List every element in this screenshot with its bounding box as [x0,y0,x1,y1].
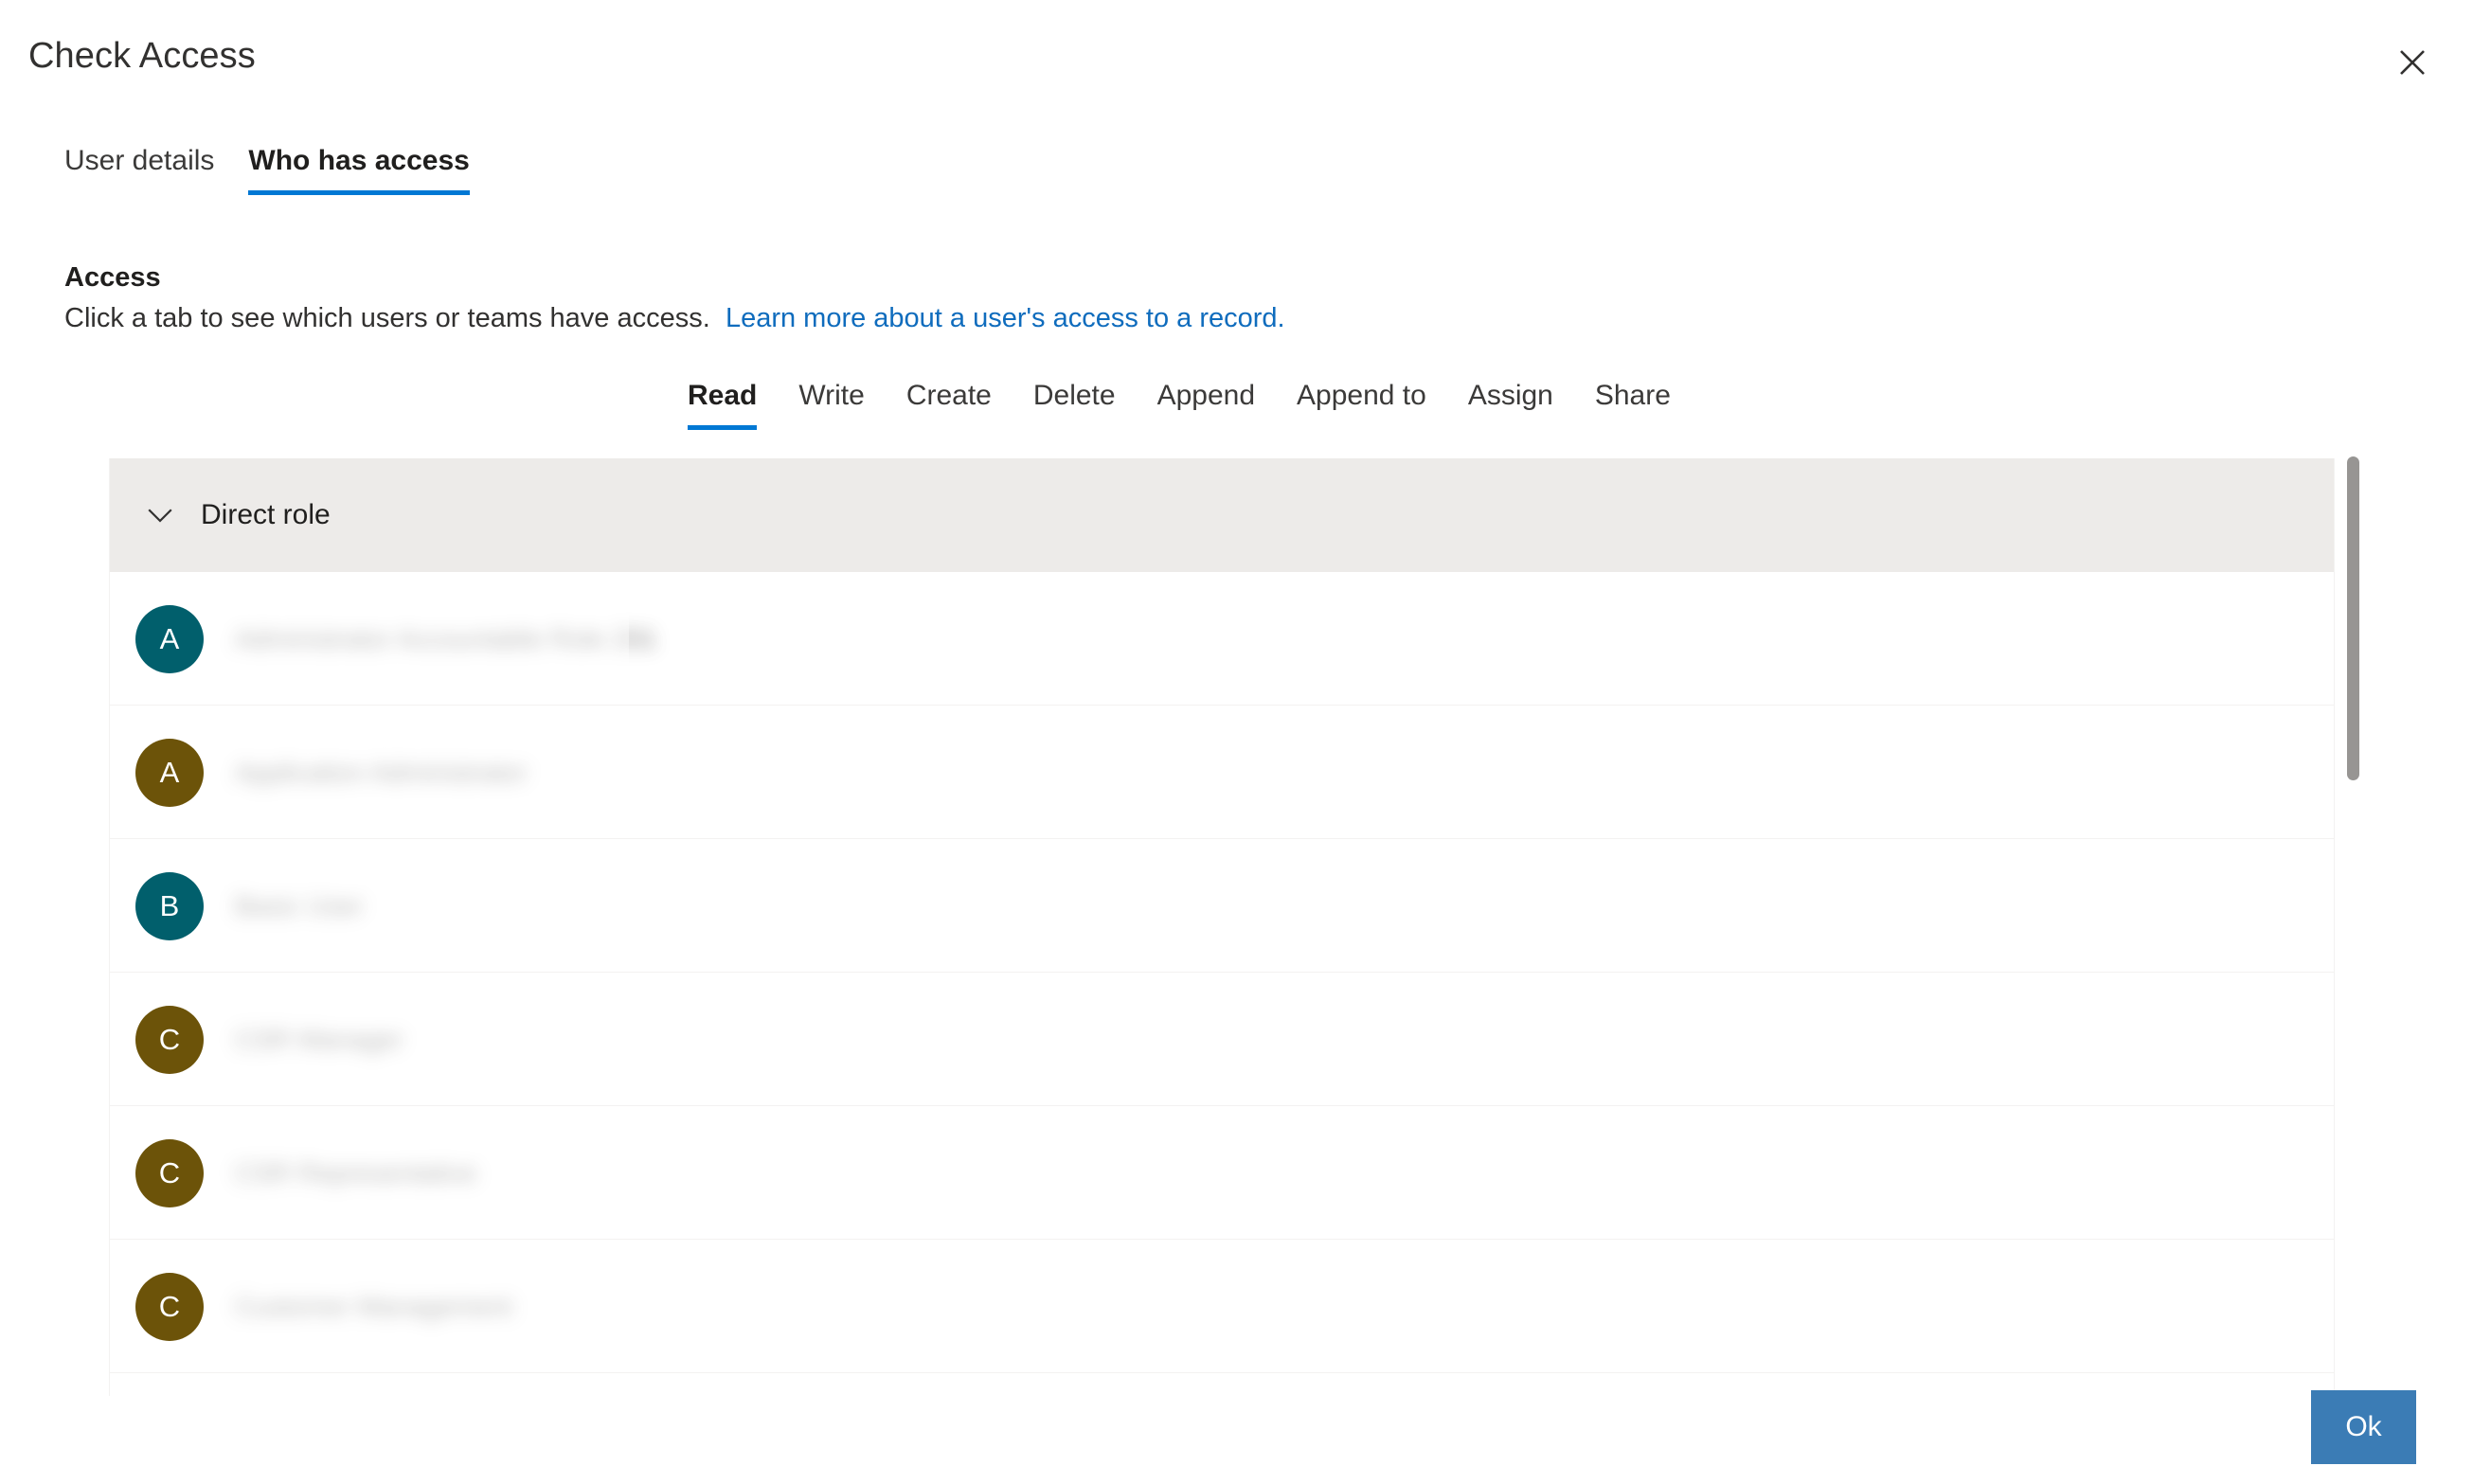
table-row[interactable]: A Administrator Accountable Role 201 [110,572,2334,706]
avatar: A [135,738,204,807]
close-button[interactable] [2388,38,2437,87]
pivot-tab-list: User details Who has access [64,142,487,195]
row-principal-name: Application Administrator [235,757,528,787]
page-title: Check Access [28,36,256,76]
tab-who-has-access[interactable]: Who has access [231,142,486,195]
group-header-direct-role[interactable]: Direct role [110,458,2334,572]
access-heading: Access [64,262,161,293]
tab-append[interactable]: Append [1137,377,1276,430]
tab-assign[interactable]: Assign [1447,377,1574,430]
tab-write[interactable]: Write [778,377,885,430]
privilege-tab-list: Read Write Create Delete Append Append t… [672,377,1692,430]
table-row[interactable]: C CSR Representative [110,1106,2334,1240]
access-description-text: Click a tab to see which users or teams … [64,303,710,333]
tab-read[interactable]: Read [672,377,778,430]
chevron-down-icon[interactable] [138,493,182,537]
tab-create[interactable]: Create [886,377,1012,430]
table-row[interactable]: C CSR Manager [110,973,2334,1106]
avatar: A [135,604,204,673]
list-scrollbar[interactable] [2347,456,2359,1396]
tab-append-to[interactable]: Append to [1276,377,1447,430]
avatar: C [135,1138,204,1207]
access-list: Direct role A Administrator Accountable R… [109,458,2335,1396]
learn-more-link[interactable]: Learn more about a user's access to a re… [726,303,1285,333]
row-principal-name: Customer Management [235,1291,512,1321]
access-row-list: A Administrator Accountable Role 201 A Appl… [110,572,2334,1373]
table-row[interactable]: B Basic User [110,839,2334,973]
row-principal-name: Basic User [235,890,364,921]
row-principal-name: CSR Manager [235,1024,403,1054]
tab-delete[interactable]: Delete [1012,377,1137,430]
close-icon [2397,47,2428,78]
avatar: B [135,871,204,940]
row-principal-name: CSR Representative [235,1157,477,1188]
tab-user-details[interactable]: User details [64,142,231,195]
row-principal-name: Administrator Accountable Role 201 [235,623,657,653]
list-scrollbar-thumb[interactable] [2347,456,2359,780]
group-label: Direct role [201,499,331,530]
access-description: Click a tab to see which users or teams … [64,301,1285,335]
avatar: C [135,1005,204,1074]
table-row[interactable]: C Customer Management [110,1240,2334,1373]
tab-share[interactable]: Share [1574,377,1692,430]
ok-button[interactable]: Ok [2311,1390,2416,1464]
avatar: C [135,1272,204,1341]
table-row[interactable]: A Application Administrator [110,706,2334,839]
